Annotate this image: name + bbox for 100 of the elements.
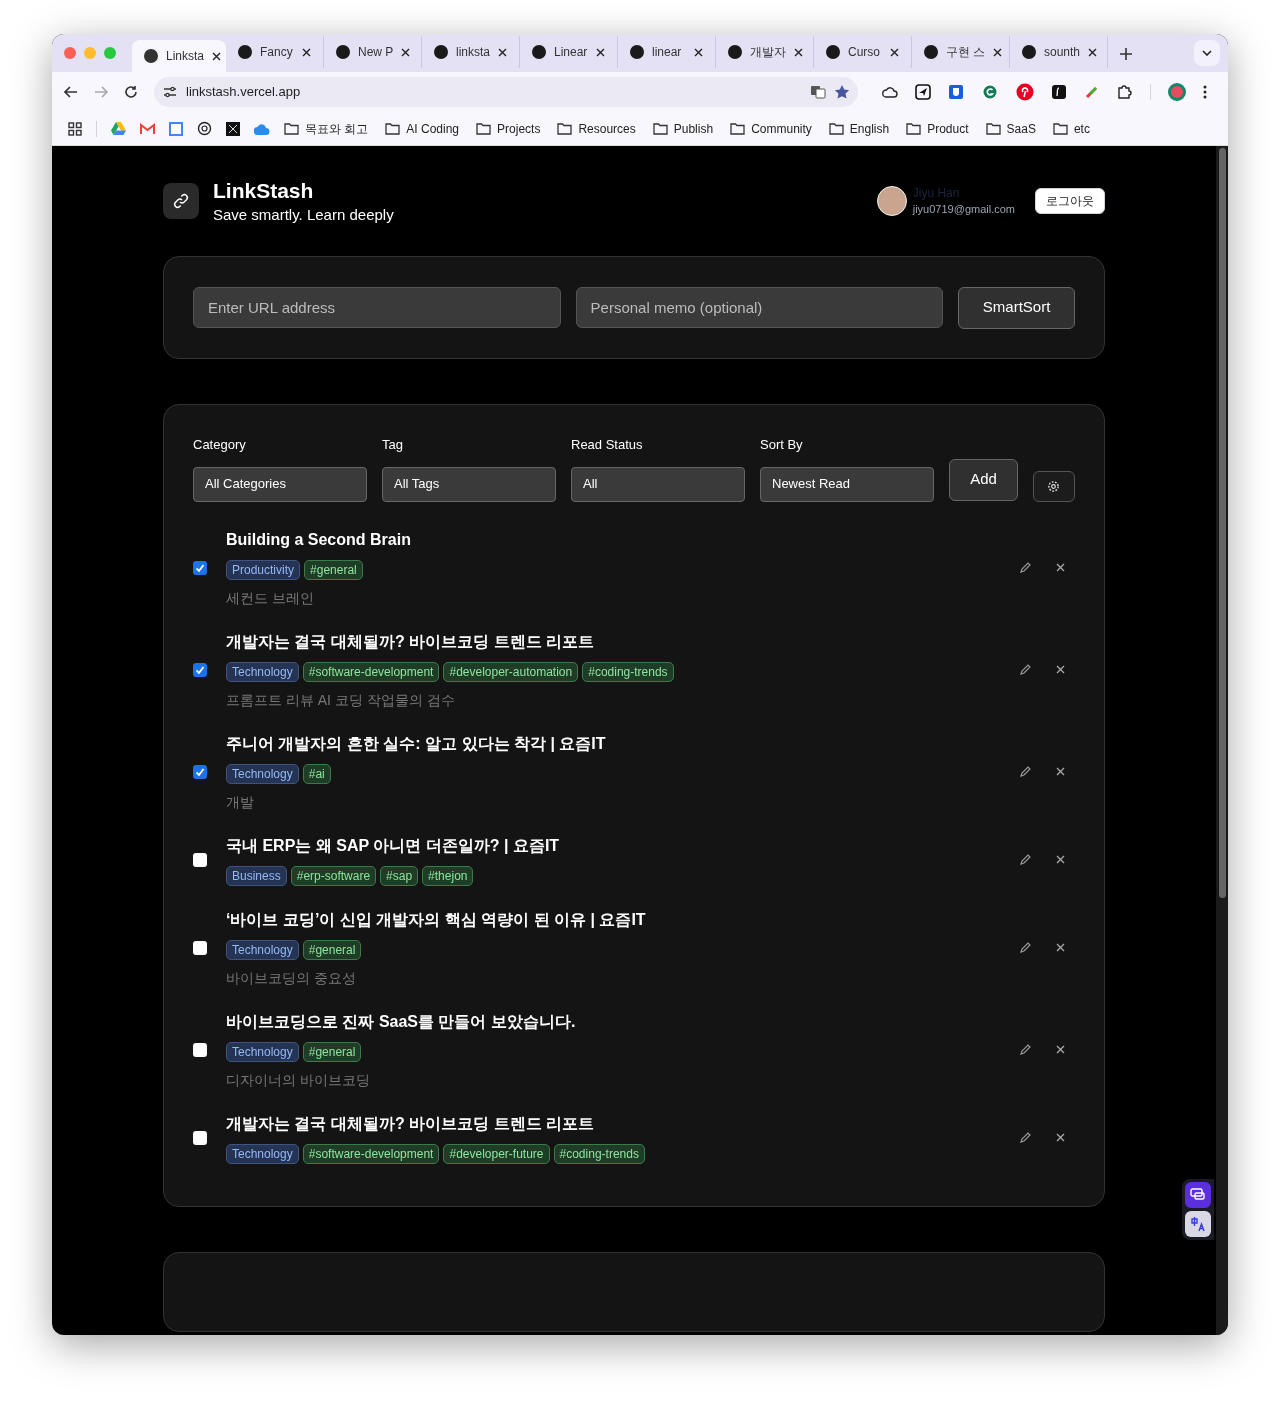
paper-plane-icon[interactable] [915, 84, 931, 100]
link-title[interactable]: Building a Second Brain [226, 527, 1019, 552]
close-tab-icon[interactable] [694, 47, 703, 57]
browser-tab[interactable]: linear [618, 36, 716, 68]
edit-icon[interactable] [1019, 1131, 1032, 1144]
site-settings-icon[interactable] [162, 84, 178, 100]
logout-button[interactable]: 로그아웃 [1035, 188, 1105, 214]
filter-dropdown[interactable]: All Categories [193, 466, 367, 502]
category-tag[interactable]: Technology [226, 939, 299, 960]
hashtag[interactable]: #sap [380, 865, 419, 886]
hashtag[interactable]: #coding-trends [553, 1143, 645, 1164]
profile-avatar[interactable] [1168, 83, 1186, 101]
browser-tab[interactable]: 개발자 [716, 36, 814, 68]
hashtag[interactable]: #general [302, 1041, 362, 1062]
checkbox[interactable] [193, 940, 207, 955]
bookmark-folder[interactable]: Community [730, 119, 812, 138]
scrollbar-thumb[interactable] [1218, 148, 1226, 898]
close-tab-icon[interactable] [890, 47, 899, 57]
hashtag[interactable]: #general [302, 939, 362, 960]
hashtag[interactable]: #coding-trends [582, 661, 674, 682]
hashtag[interactable]: #software-development [302, 661, 440, 682]
link-title[interactable]: 바이브코딩으로 진짜 SaaS를 만들어 보았습니다. [226, 1009, 1019, 1034]
bookmark-folder[interactable]: Projects [476, 119, 541, 138]
category-tag[interactable]: Technology [226, 763, 299, 784]
delete-icon[interactable] [1056, 943, 1065, 952]
hashtag[interactable]: #ai [302, 763, 331, 784]
add-button[interactable]: Add [949, 458, 1018, 501]
hashtag[interactable]: #developer-future [443, 1143, 550, 1164]
browser-tab[interactable]: Curso [814, 36, 912, 68]
g-circle-icon[interactable] [981, 83, 999, 101]
edit-icon[interactable] [1019, 941, 1032, 954]
puzzle-icon[interactable] [1117, 84, 1133, 100]
close-tab-icon[interactable] [401, 47, 411, 57]
delete-icon[interactable] [1056, 855, 1065, 864]
edit-icon[interactable] [1019, 1043, 1032, 1056]
delete-icon[interactable] [1056, 1045, 1065, 1054]
category-tag[interactable]: Technology [226, 661, 299, 682]
shield-icon[interactable] [948, 84, 964, 100]
browser-tab[interactable]: 구현 스 [912, 36, 1010, 68]
checkbox[interactable] [193, 1130, 207, 1145]
filter-dropdown[interactable]: All [571, 466, 745, 502]
bookmark-folder[interactable]: 목표와 회고 [284, 119, 369, 138]
link-title[interactable]: ‘바이브 코딩’이 신입 개발자의 핵심 역량이 된 이유 | 요즘IT [226, 907, 1019, 932]
edit-icon[interactable] [1019, 663, 1032, 676]
category-tag[interactable]: Technology [226, 1143, 299, 1164]
memo-input-field[interactable]: Personal memo (optional) [575, 287, 944, 328]
browser-tab[interactable]: linksta [422, 36, 520, 68]
browser-tab[interactable]: Fancy [226, 36, 324, 68]
delete-icon[interactable] [1056, 1133, 1065, 1142]
more-menu-icon[interactable] [1203, 85, 1207, 99]
edit-icon[interactable] [1019, 765, 1032, 778]
hashtag[interactable]: #developer-automation [443, 661, 579, 682]
link-title[interactable]: 개발자는 결국 대체될까? 바이브코딩 트렌드 리포트 [226, 1111, 1019, 1136]
close-tab-icon[interactable] [794, 47, 803, 57]
address-bar[interactable]: linkstash.vercel.app [154, 77, 858, 107]
close-tab-icon[interactable] [596, 47, 605, 57]
bookmark-folder[interactable]: SaaS [985, 119, 1036, 138]
function-icon[interactable] [1051, 84, 1067, 100]
chat-extension-button[interactable] [1185, 1182, 1211, 1208]
checkbox[interactable] [193, 764, 207, 779]
mail-icon[interactable] [140, 122, 155, 135]
bookmark-folder[interactable]: Product [906, 119, 969, 138]
bookmark-folder[interactable]: AI Coding [385, 119, 460, 138]
checkbox[interactable] [193, 662, 207, 677]
url-input-field[interactable]: Enter URL address [193, 287, 561, 328]
smartsort-button[interactable]: SmartSort [958, 286, 1075, 329]
delete-icon[interactable] [1056, 665, 1065, 674]
edit-icon[interactable] [1019, 561, 1032, 574]
checkbox[interactable] [193, 852, 207, 867]
filter-dropdown[interactable]: Newest Read [760, 466, 934, 502]
browser-tab[interactable]: New P [324, 36, 422, 68]
star-icon[interactable] [834, 84, 850, 100]
delete-icon[interactable] [1056, 563, 1065, 572]
pen-icon[interactable] [1084, 84, 1100, 100]
close-tab-icon[interactable] [212, 51, 222, 61]
bookmark-folder[interactable]: Resources [557, 119, 636, 138]
browser-tab[interactable]: Linear [520, 36, 618, 68]
delete-icon[interactable] [1056, 767, 1065, 776]
browser-tab[interactable]: Linksta [132, 40, 226, 72]
bookmark-folder[interactable]: Publish [652, 119, 714, 138]
checkbox[interactable] [193, 560, 207, 575]
link-title[interactable]: 국내 ERP는 왜 SAP 아니면 더존일까? | 요즘IT [226, 833, 1019, 858]
calendar-icon[interactable] [169, 121, 183, 136]
bookmark-folder[interactable]: etc [1052, 119, 1090, 138]
close-tab-icon[interactable] [1088, 47, 1098, 57]
hashtag[interactable]: #software-development [302, 1143, 440, 1164]
browser-tab[interactable]: sounth [1010, 36, 1108, 68]
link-title[interactable]: 개발자는 결국 대체될까? 바이브코딩 트렌드 리포트 [226, 629, 1019, 654]
checkbox[interactable] [193, 1042, 207, 1057]
translate-icon[interactable] [810, 84, 826, 100]
apps-grid-icon[interactable] [68, 121, 82, 136]
close-tab-icon[interactable] [993, 47, 1003, 57]
reload-icon[interactable] [124, 85, 138, 99]
hashtag[interactable]: #general [304, 559, 363, 580]
settings-button[interactable] [1033, 470, 1075, 502]
tab-list-button[interactable] [1194, 40, 1220, 66]
category-tag[interactable]: Productivity [226, 559, 301, 580]
category-tag[interactable]: Business [226, 865, 287, 886]
category-tag[interactable]: Technology [226, 1041, 299, 1062]
close-tab-icon[interactable] [498, 47, 507, 57]
